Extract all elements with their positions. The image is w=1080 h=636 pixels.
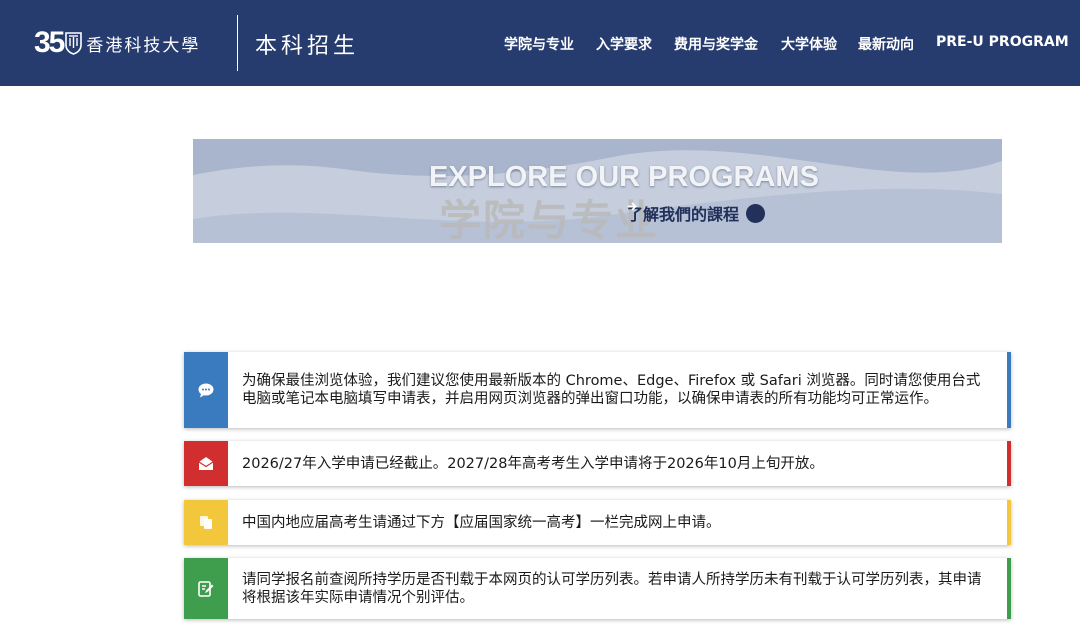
notice-accent-bar xyxy=(1007,352,1011,428)
notice-icon-box xyxy=(184,441,228,486)
nav-item-pre-u-program[interactable]: PRE-U PROGRAM xyxy=(936,34,1069,50)
notice-browser-recommendation: 为确保最佳浏览体验，我们建议您使用最新版本的 Chrome、Edge、Firef… xyxy=(184,352,1011,428)
anniversary-35-mark: 35 xyxy=(34,26,65,59)
nav-item-latest-news[interactable]: 最新动向 xyxy=(858,34,914,54)
notice-text: 2026/27年入学申请已经截止。2027/28年高考考生入学申请将于2026年… xyxy=(242,455,824,472)
notice-recognized-qualifications: 请同学报名前查阅所持学历是否刊载于本网页的认可学历列表。若申请人所持学历未有刊载… xyxy=(184,558,1011,619)
chat-bubble-icon xyxy=(198,383,214,397)
hkust-logo[interactable]: 35 香港科技大學 xyxy=(34,24,200,62)
notice-application-deadline: 2026/27年入学申请已经截止。2027/28年高考考生入学申请将于2026年… xyxy=(184,441,1011,486)
envelope-open-icon xyxy=(198,457,214,470)
banner-headline: EXPLORE OUR PROGRAMS xyxy=(429,161,819,193)
notice-gaokao-application: 中国内地应届高考生请通过下方【应届国家统一高考】一栏完成网上申请。 xyxy=(184,500,1011,545)
notice-icon-box xyxy=(184,352,228,428)
notice-accent-bar xyxy=(1007,500,1011,545)
notice-text: 中国内地应届高考生请通过下方【应届国家统一高考】一栏完成网上申请。 xyxy=(242,514,721,531)
notice-text: 请同学报名前查阅所持学历是否刊载于本网页的认可学历列表。若申请人所持学历未有刊载… xyxy=(242,571,982,606)
explore-programs-banner[interactable]: 学院与专业 EXPLORE OUR PROGRAMS 了解我們的課程 xyxy=(193,139,1002,243)
nav-item-university-experience[interactable]: 大学体验 xyxy=(781,34,837,54)
university-crest-icon xyxy=(65,32,83,55)
header-divider xyxy=(237,15,238,71)
notice-accent-bar xyxy=(1007,558,1011,619)
explore-programs-link-label: 了解我們的課程 xyxy=(627,205,740,224)
notice-icon-box xyxy=(184,500,228,545)
site-header: 35 香港科技大學 本科招生 学院与专业 入学要求 费用与奖学金 大学体验 最新… xyxy=(0,0,1080,86)
notice-icon-box xyxy=(184,558,228,619)
nav-item-fees-scholarships[interactable]: 费用与奖学金 xyxy=(674,34,758,54)
copy-documents-icon xyxy=(200,516,212,529)
university-name: 香港科技大學 xyxy=(86,35,201,56)
site-title[interactable]: 本科招生 xyxy=(255,28,359,60)
nav-item-admission-requirements[interactable]: 入学要求 xyxy=(596,34,652,54)
edit-document-icon xyxy=(198,581,214,597)
nav-item-schools-programs[interactable]: 学院与专业 xyxy=(504,34,574,54)
notice-accent-bar xyxy=(1007,441,1011,486)
notice-text: 为确保最佳浏览体验，我们建议您使用最新版本的 Chrome、Edge、Firef… xyxy=(242,373,981,407)
banner-watermark-text: 学院与专业 xyxy=(439,196,660,243)
arrow-right-circle-icon xyxy=(627,202,766,223)
explore-programs-link[interactable]: 了解我們的課程 xyxy=(627,201,766,225)
